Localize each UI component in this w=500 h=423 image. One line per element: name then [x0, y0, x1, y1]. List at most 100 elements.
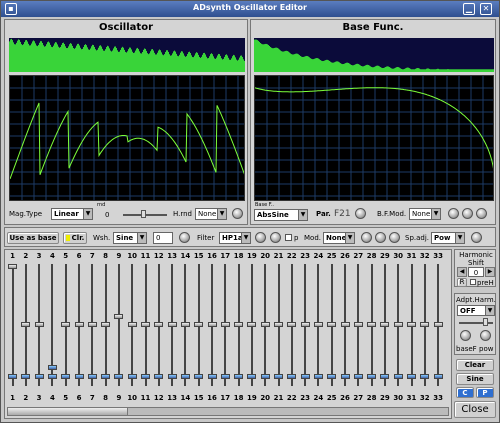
- adpt-harm-select[interactable]: OFF ▼: [457, 305, 495, 316]
- harmonic-magnitude-thumb[interactable]: [61, 322, 71, 327]
- preh-checkbox[interactable]: [470, 279, 476, 285]
- minimize-icon[interactable]: ▁: [463, 3, 475, 15]
- harmonic-phase-thumb[interactable]: [353, 374, 363, 379]
- harmonic-magnitude-slider[interactable]: [117, 264, 120, 386]
- harmonic-phase-thumb[interactable]: [313, 374, 323, 379]
- harmonic-magnitude-thumb[interactable]: [167, 322, 177, 327]
- harmonic-phase-thumb[interactable]: [274, 374, 283, 379]
- harmonic-phase-thumb[interactable]: [207, 374, 217, 379]
- shift-left-icon[interactable]: ◀: [457, 267, 467, 277]
- harmonic-phase-thumb[interactable]: [114, 374, 124, 379]
- harmonic-magnitude-thumb[interactable]: [433, 322, 443, 327]
- harmonic-magnitude-thumb[interactable]: [141, 322, 150, 327]
- harmonic-magnitude-thumb[interactable]: [8, 264, 17, 269]
- harmonic-magnitude-thumb[interactable]: [127, 322, 137, 327]
- harmonic-magnitude-thumb[interactable]: [74, 322, 84, 327]
- harmonic-phase-thumb[interactable]: [220, 374, 230, 379]
- harmonic-phase-thumb[interactable]: [180, 374, 190, 379]
- basef-knob[interactable]: [460, 330, 471, 341]
- harmonic-magnitude-thumb[interactable]: [260, 322, 270, 327]
- harmonic-magnitude-slider[interactable]: [11, 264, 14, 386]
- harmonic-magnitude-thumb[interactable]: [114, 313, 124, 319]
- harmonic-phase-thumb[interactable]: [234, 374, 244, 379]
- harmonic-phase-thumb[interactable]: [167, 374, 177, 379]
- harmonic-magnitude-thumb[interactable]: [313, 322, 323, 327]
- wsh-select[interactable]: Sine ▼: [113, 232, 147, 244]
- harmonic-phase-thumb[interactable]: [433, 374, 443, 379]
- harmonic-phase-thumb[interactable]: [87, 374, 97, 379]
- bf-mod-select[interactable]: None ▼: [409, 208, 441, 220]
- harmonic-magnitude-thumb[interactable]: [327, 322, 337, 327]
- harmonic-phase-thumb[interactable]: [327, 374, 337, 379]
- harmonic-magnitude-thumb[interactable]: [393, 322, 403, 327]
- harmonic-magnitude-thumb[interactable]: [274, 322, 283, 327]
- harmonic-magnitude-thumb[interactable]: [353, 322, 363, 327]
- hmod-knob[interactable]: [232, 208, 243, 219]
- base-func-select[interactable]: AbsSine ▼: [254, 209, 308, 221]
- harmonic-phase-thumb[interactable]: [141, 374, 150, 379]
- harmonic-magnitude-thumb[interactable]: [407, 322, 416, 327]
- harmonic-magnitude-thumb[interactable]: [234, 322, 244, 327]
- rnd-slider-thumb[interactable]: [141, 210, 146, 218]
- harmonic-phase-thumb[interactable]: [21, 374, 31, 379]
- harmonic-magnitude-thumb[interactable]: [34, 322, 44, 327]
- r-button[interactable]: R: [457, 278, 467, 287]
- mag-type-select[interactable]: Linear ▼: [51, 208, 93, 220]
- harmonic-magnitude-thumb[interactable]: [194, 322, 204, 327]
- harmonic-phase-thumb[interactable]: [420, 374, 430, 379]
- bf-mod-knob-2[interactable]: [462, 208, 473, 219]
- spadj-knob[interactable]: [471, 232, 482, 243]
- sine-button[interactable]: Sine: [456, 373, 494, 385]
- hmod-select[interactable]: None ▼: [195, 208, 227, 220]
- harmonic-magnitude-thumb[interactable]: [21, 322, 31, 327]
- harmonic-magnitude-thumb[interactable]: [154, 322, 164, 327]
- shift-value[interactable]: 0: [468, 267, 484, 277]
- harmonic-magnitude-thumb[interactable]: [300, 322, 310, 327]
- par-knob[interactable]: [355, 208, 366, 219]
- adpt-slider-thumb[interactable]: [483, 318, 488, 326]
- clr-button[interactable]: Clr.: [63, 232, 87, 244]
- p-button[interactable]: P: [476, 387, 494, 398]
- filter-knob-2[interactable]: [270, 232, 281, 243]
- close-window-icon[interactable]: ✕: [480, 3, 492, 15]
- harmonic-phase-thumb[interactable]: [260, 374, 270, 379]
- harmonic-phase-thumb[interactable]: [380, 374, 390, 379]
- filter-select[interactable]: HP1a ▼: [219, 232, 251, 244]
- harmonic-phase-thumb[interactable]: [8, 374, 17, 379]
- mod-knob-1[interactable]: [361, 232, 372, 243]
- harmonic-phase-thumb[interactable]: [101, 374, 111, 379]
- pow-knob[interactable]: [480, 330, 491, 341]
- mod-knob-3[interactable]: [389, 232, 400, 243]
- harmonic-magnitude-thumb[interactable]: [420, 322, 430, 327]
- harmonic-phase-thumb[interactable]: [287, 374, 297, 379]
- harmonic-magnitude-thumb[interactable]: [380, 322, 390, 327]
- use-as-base-button[interactable]: Use as base: [7, 232, 59, 244]
- wsh-knob[interactable]: [179, 232, 190, 243]
- p-checkbox[interactable]: [285, 234, 292, 241]
- harmonic-phase-thumb[interactable]: [393, 374, 403, 379]
- harmonic-magnitude-thumb[interactable]: [247, 322, 257, 327]
- bf-mod-knob-1[interactable]: [448, 208, 459, 219]
- harmonic-magnitude-thumb[interactable]: [220, 322, 230, 327]
- close-button[interactable]: Close: [454, 401, 496, 418]
- harmonic-magnitude-thumb[interactable]: [340, 322, 350, 327]
- harmonic-magnitude-thumb[interactable]: [287, 322, 297, 327]
- harmonic-magnitude-thumb[interactable]: [367, 322, 377, 327]
- harmonic-phase-thumb[interactable]: [47, 374, 57, 379]
- wsh-number-field[interactable]: 0: [153, 232, 173, 244]
- harmonics-scrollbar-thumb[interactable]: [8, 408, 128, 415]
- filter-knob-1[interactable]: [255, 232, 266, 243]
- harmonic-phase-thumb[interactable]: [61, 374, 71, 379]
- harmonics-scrollbar[interactable]: [7, 407, 449, 416]
- harmonic-phase-thumb[interactable]: [340, 374, 350, 379]
- harmonic-magnitude-thumb[interactable]: [87, 322, 97, 327]
- harmonic-phase-thumb[interactable]: [247, 374, 257, 379]
- c-button[interactable]: C: [456, 387, 474, 398]
- harmonic-magnitude-thumb[interactable]: [207, 322, 217, 327]
- harmonic-phase-thumb[interactable]: [300, 374, 310, 379]
- shift-right-icon[interactable]: ▶: [485, 267, 495, 277]
- harmonic-phase-thumb[interactable]: [127, 374, 137, 379]
- spadj-select[interactable]: Pow ▼: [431, 232, 465, 244]
- mod-select[interactable]: None ▼: [323, 232, 355, 244]
- harmonic-magnitude-thumb[interactable]: [101, 322, 111, 327]
